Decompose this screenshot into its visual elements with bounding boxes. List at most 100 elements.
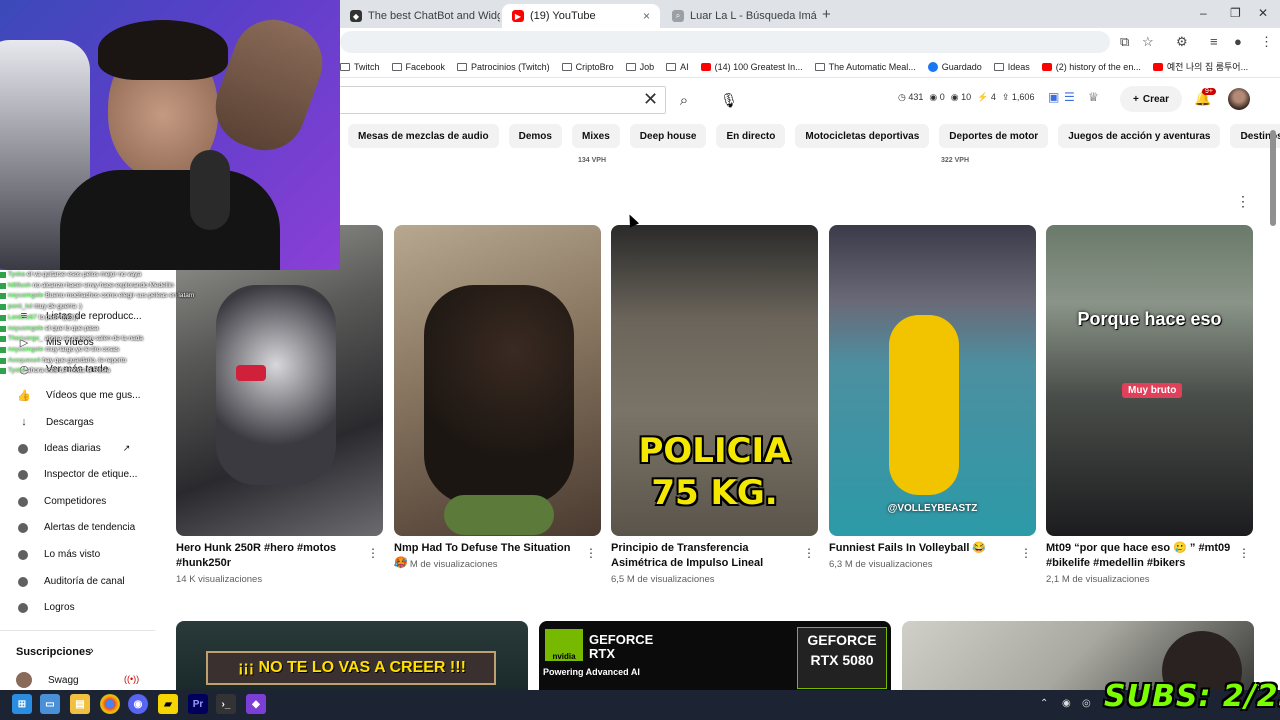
- search-button[interactable]: ⌕: [666, 86, 702, 114]
- filter-chip[interactable]: Mixes: [571, 124, 620, 148]
- app-icon[interactable]: ◆: [246, 694, 266, 714]
- filter-chip[interactable]: Mesas de mezclas de audio: [348, 124, 499, 148]
- more-options-icon[interactable]: ⋮: [1238, 546, 1250, 560]
- list-icon[interactable]: ☰: [1064, 90, 1075, 104]
- subscriptions-heading[interactable]: Suscripciones: [16, 646, 91, 658]
- short-thumbnail-4[interactable]: @VOLLEYBEASTZ: [829, 225, 1036, 536]
- bookmark-item[interactable]: Twitch: [340, 62, 380, 72]
- premiere-icon[interactable]: Pr: [188, 694, 208, 714]
- bookmark-item[interactable]: (2) history of the en...: [1041, 62, 1141, 72]
- more-options-icon[interactable]: ⋮: [803, 546, 815, 560]
- sidebar-item-channel-audit[interactable]: Auditoría de canal: [18, 576, 125, 587]
- bookmark-item[interactable]: Facebook: [391, 62, 445, 72]
- sidebar-item-daily-ideas[interactable]: Ideas diarias ↗: [18, 443, 130, 454]
- create-button[interactable]: + Crear: [1120, 86, 1182, 112]
- video-thumbnail-2[interactable]: nvidia GEFORCE RTX Powering Advanced AI …: [539, 621, 891, 691]
- new-tab-icon[interactable]: +: [822, 6, 831, 23]
- chevron-right-icon[interactable]: ›: [90, 645, 94, 657]
- filter-chip[interactable]: En directo: [716, 124, 786, 148]
- tab-images-search[interactable]: ⌕ Luar La L - Búsqueda Imágenes ×: [662, 4, 817, 28]
- extension-dot-icon: [18, 496, 28, 507]
- sidebar-item-most-viewed[interactable]: Lo más visto: [18, 549, 100, 560]
- short-title[interactable]: Funniest Fails In Volleyball 😂: [829, 541, 1014, 556]
- chat-username: Tyska: [8, 271, 25, 278]
- bookmark-label: Guardado: [941, 61, 982, 72]
- short-views: 6,3 M de visualizaciones: [829, 559, 933, 570]
- bookmark-item[interactable]: AI: [666, 62, 689, 72]
- chat-line: noyuomgele Bueno mochachos como elegir su…: [0, 291, 210, 302]
- video-thumbnail-1[interactable]: ¡¡¡ NO TE LO VAS A CREER !!!: [176, 621, 528, 691]
- sidebar-item-liked-videos[interactable]: 👍 Vídeos que me gus...: [17, 389, 140, 402]
- sidebar-item-downloads[interactable]: ↓ Descargas: [18, 416, 94, 428]
- monitor-app-icon[interactable]: ▭: [40, 694, 60, 714]
- bookmark-item[interactable]: Patrocinios (Twitch): [457, 62, 550, 72]
- shelf-menu-icon[interactable]: ⋮: [1236, 193, 1250, 210]
- close-window-icon[interactable]: ✕: [1258, 6, 1268, 20]
- search-input[interactable]: [340, 86, 666, 114]
- sidebar-item-label: Logros: [44, 602, 75, 613]
- clear-search-icon[interactable]: ✕: [643, 89, 658, 110]
- profile-icon[interactable]: ●: [1234, 34, 1242, 49]
- bookmark-item[interactable]: 예전 나의 집 룸투어...: [1152, 60, 1248, 73]
- bookmark-label: CriptoBro: [575, 61, 614, 72]
- subscription-channel[interactable]: Swagg: [16, 672, 79, 688]
- filter-chip[interactable]: Juegos de acción y aventuras: [1058, 124, 1221, 148]
- voice-search-button[interactable]: 🎙: [716, 86, 742, 114]
- filter-chip[interactable]: Motocicletas deportivas: [795, 124, 930, 148]
- short-thumbnail-2[interactable]: [394, 225, 601, 536]
- tab-chatbot[interactable]: ◆ The best ChatBot and Widgets ×: [340, 4, 500, 28]
- bookmark-item[interactable]: CriptoBro: [561, 61, 614, 72]
- bookmark-item[interactable]: The Automatic Meal...: [814, 62, 916, 72]
- sidebar-item-label: Inspector de etique...: [44, 469, 138, 480]
- discord-icon[interactable]: ◉: [128, 694, 148, 714]
- short-title[interactable]: Principio de Transferencia Asimétrica de…: [611, 541, 796, 571]
- close-icon[interactable]: ×: [643, 9, 650, 23]
- folder-icon: [814, 62, 825, 71]
- cast-icon[interactable]: ⧉: [1120, 34, 1129, 50]
- sidebar-item-achievements[interactable]: Logros: [18, 602, 75, 613]
- address-bar[interactable]: [340, 31, 1110, 53]
- bookmark-item[interactable]: Job: [625, 62, 654, 72]
- bookmark-item[interactable]: (14) 100 Greatest In...: [700, 62, 803, 72]
- chat-username: Tyska: [8, 367, 25, 375]
- extensions-icon[interactable]: ⚙: [1176, 34, 1188, 50]
- chevron-right-icon[interactable]: ›: [1244, 128, 1248, 143]
- bookmark-item[interactable]: Ideas: [993, 62, 1030, 72]
- more-options-icon[interactable]: ⋮: [585, 546, 597, 560]
- sidebar-item-trend-alerts[interactable]: Alertas de tendencia: [18, 522, 135, 533]
- tab-label: (19) YouTube: [530, 10, 596, 22]
- menu-icon[interactable]: ⋮: [1260, 34, 1273, 50]
- tray-chevron-icon[interactable]: ⌃: [1040, 698, 1048, 709]
- bookmark-star-icon[interactable]: ☆: [1142, 34, 1154, 50]
- windows-start-icon[interactable]: ⊞: [12, 694, 32, 714]
- account-avatar[interactable]: [1228, 88, 1250, 110]
- extension-icon[interactable]: ▣: [1048, 90, 1059, 104]
- trophy-icon[interactable]: ♕: [1088, 90, 1099, 104]
- chat-username: Lordcrz67: [8, 313, 37, 321]
- media-icon[interactable]: ≡: [1210, 34, 1218, 49]
- short-title[interactable]: Hero Hunk 250R #hero #motos #hunk250r: [176, 541, 361, 571]
- filter-chip[interactable]: Demos: [508, 124, 562, 148]
- restore-icon[interactable]: ❐: [1230, 6, 1241, 20]
- short-title[interactable]: Mt09 “por que hace eso 🥲 ” #mt09 #bikeli…: [1046, 541, 1231, 571]
- sidebar-item-competitors[interactable]: Competidores: [18, 496, 106, 507]
- filter-chip[interactable]: Deportes de motor: [939, 124, 1049, 148]
- minimize-icon[interactable]: –: [1200, 6, 1207, 20]
- sidebar-item-tag-inspector[interactable]: Inspector de etique...: [18, 469, 137, 480]
- tab-youtube[interactable]: ▶ (19) YouTube ×: [502, 4, 660, 28]
- chat-line: Thezuorgo_ ahora se quieren salen de la n…: [0, 334, 210, 345]
- chrome-icon[interactable]: [100, 694, 120, 714]
- more-options-icon[interactable]: ⋮: [1020, 546, 1032, 560]
- sticky-notes-icon[interactable]: ▰: [158, 694, 178, 714]
- more-options-icon[interactable]: ⋮: [367, 546, 379, 560]
- file-explorer-icon[interactable]: ▤: [70, 694, 90, 714]
- terminal-icon[interactable]: ›_: [216, 694, 236, 714]
- bookmark-item[interactable]: Guardado: [927, 61, 982, 72]
- short-thumbnail-5[interactable]: Porque hace eso Muy bruto: [1046, 225, 1253, 536]
- chat-badge-icon: [0, 325, 6, 332]
- tray-steam-icon[interactable]: ◎: [1082, 698, 1091, 709]
- filter-chip[interactable]: Deep house: [629, 124, 707, 148]
- tray-discord-icon[interactable]: ◉: [1062, 698, 1071, 709]
- page-scrollbar[interactable]: [1270, 130, 1276, 226]
- short-thumbnail-3[interactable]: POLICIA 75 KG.: [611, 225, 818, 536]
